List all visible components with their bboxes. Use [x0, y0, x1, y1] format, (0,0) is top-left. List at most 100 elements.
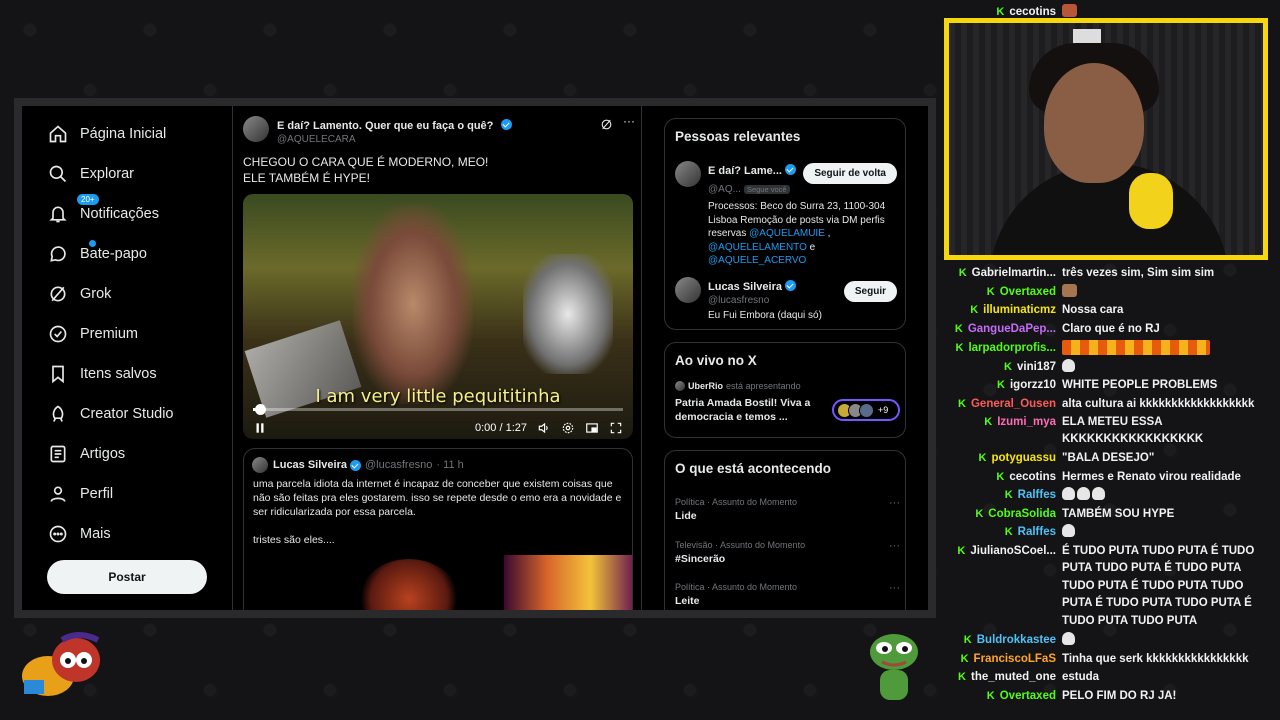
chat-username[interactable]: Ralffes — [1018, 487, 1056, 504]
trend-item[interactable]: Política · Assunto do Momento Lide ··· — [675, 497, 900, 522]
sidebar-item-grok[interactable]: Grok — [48, 278, 111, 310]
kick-badge-icon: K — [996, 6, 1005, 18]
chat-username[interactable]: larpadorprofis... — [968, 340, 1056, 357]
follow-button[interactable]: Seguir — [843, 281, 897, 302]
more-options-icon[interactable]: ··· — [889, 497, 900, 509]
pause-icon[interactable] — [253, 421, 267, 435]
kick-badge-icon: K — [1004, 361, 1012, 373]
fullscreen-icon[interactable] — [609, 421, 623, 435]
video-progress-bar[interactable] — [253, 404, 623, 415]
card-title: O que está acontecendo — [675, 461, 832, 476]
card-title: Pessoas relevantes — [675, 129, 801, 144]
avatar — [675, 381, 685, 391]
sidebar-item-label: Explorar — [80, 166, 134, 182]
chat-username[interactable]: CobraSolida — [988, 506, 1056, 523]
kick-badge-icon: K — [997, 379, 1005, 391]
chat-username[interactable]: cecotins — [1009, 4, 1056, 21]
chat-username[interactable]: General_Ousen — [971, 396, 1056, 413]
live-stream-title: Patria Amada Bostil! Viva a democracia e… — [675, 397, 811, 423]
quoted-tweet[interactable]: Lucas Silveira @lucasfresno · 11 h uma p… — [243, 448, 633, 610]
sidebar-item-bookmarks[interactable]: Itens salvos — [48, 358, 157, 390]
chat-username[interactable]: JiulianoSCoel... — [970, 543, 1056, 560]
chat-username[interactable]: Overtaxed — [1000, 284, 1056, 301]
video-frame — [353, 204, 473, 404]
live-on-x-card: Ao vivo no X UberRio está apresentando P… — [664, 342, 906, 438]
quoted-author-handle: @lucasfresno — [365, 459, 433, 471]
ghost-emote-icon — [1092, 487, 1105, 500]
chat-username[interactable]: illuminaticmz — [983, 302, 1056, 319]
sidebar-item-chat[interactable]: Bate-papo — [48, 238, 147, 270]
chat-text: TAMBÉM SOU HYPE — [1062, 508, 1175, 520]
grok-icon[interactable] — [600, 118, 613, 131]
chat-message: K Buldrokkastee — [940, 632, 1280, 649]
live-stream-item[interactable]: UberRio está apresentando Patria Amada B… — [675, 381, 900, 424]
sidebar-item-label: Grok — [80, 286, 112, 302]
video-player[interactable]: I am very little pequititinha 0:00 / 1:2… — [243, 194, 633, 439]
chat-text: alta cultura ai kkkkkkkkkkkkkkkkkk — [1062, 398, 1255, 410]
chat-username[interactable]: Gabrielmartin... — [972, 265, 1056, 282]
verified-icon — [350, 459, 361, 471]
sidebar-item-creator-studio[interactable]: Creator Studio — [48, 398, 174, 430]
chat-username[interactable]: Ralffes — [1018, 524, 1056, 541]
bio-link[interactable]: @AQUELELAMENTO — [708, 242, 807, 253]
sidebar-item-explore[interactable]: Explorar — [48, 158, 134, 190]
chat-text: Tinha que serk kkkkkkkkkkkkkkkk — [1062, 653, 1249, 665]
chat-username[interactable]: the_muted_one — [971, 669, 1056, 686]
chat-username[interactable]: Izumi_mya — [997, 414, 1056, 431]
chat-username[interactable]: cecotins — [1009, 469, 1056, 486]
trend-item[interactable]: Política · Assunto do Momento Leite ··· — [675, 582, 900, 607]
chat-username[interactable]: FranciscoLFaS — [974, 651, 1056, 668]
relevant-person[interactable]: Lucas Silveira @lucasfresno Eu Fui Embor… — [675, 277, 897, 323]
chat-message: K CobraSolida TAMBÉM SOU HYPE — [940, 506, 1280, 523]
trend-item[interactable]: Televisão · Assunto do Momento #Sincerão… — [675, 540, 900, 565]
live-listeners[interactable]: +9 — [832, 399, 900, 421]
more-options-icon[interactable]: ··· — [623, 114, 635, 128]
relevant-person[interactable]: E daí? Lame... @AQ... Segue você Processo… — [675, 161, 897, 268]
sidebar-item-label: Notificações — [80, 206, 159, 222]
bio-link[interactable]: @AQUELE_ACERVO — [708, 255, 806, 266]
ghost-emote-icon — [1062, 359, 1075, 372]
chat-message: Klarpadorprofis... — [940, 340, 1280, 358]
chat-message: K General_Ousen alta cultura ai kkkkkkkkk… — [940, 396, 1280, 413]
chat-username[interactable]: vini187 — [1017, 359, 1056, 376]
sidebar-item-label: Página Inicial — [80, 126, 167, 142]
avatar[interactable] — [243, 116, 269, 142]
chat-username[interactable]: GangueDaPep... — [968, 321, 1056, 338]
bio-link[interactable]: @AQUELAMUIE — [749, 228, 825, 239]
sidebar-item-articles[interactable]: Artigos — [48, 438, 125, 470]
chat-text: WHITE PEOPLE PROBLEMS — [1062, 379, 1218, 391]
chat-username[interactable]: igorzz10 — [1010, 377, 1056, 394]
volume-icon[interactable] — [537, 421, 551, 435]
sidebar-item-profile[interactable]: Perfil — [48, 478, 113, 510]
chat-message: K Ralffes — [940, 524, 1280, 541]
picture-in-picture-icon[interactable] — [585, 421, 599, 435]
more-options-icon[interactable]: ··· — [889, 540, 900, 552]
post-button[interactable]: Postar — [47, 560, 207, 594]
chat-username[interactable]: Buldrokkastee — [977, 632, 1056, 649]
sidebar-item-premium[interactable]: Premium — [48, 318, 138, 350]
avatar[interactable] — [675, 277, 701, 303]
chat-message: Killuminaticmz Nossa cara — [940, 302, 1280, 319]
trend-category: Política · Assunto do Momento — [675, 497, 798, 507]
trend-name: Leite — [675, 595, 700, 607]
sidebar-item-notifications[interactable]: 20+ Notificações — [48, 193, 159, 230]
sidebar-item-label: Bate-papo — [80, 246, 147, 262]
trend-category: Política · Assunto do Momento — [675, 582, 798, 592]
unread-dot — [88, 239, 97, 248]
follow-back-button[interactable]: Seguir de volta — [803, 163, 897, 184]
more-options-icon[interactable]: ··· — [889, 582, 900, 594]
tweet-author-handle[interactable]: @AQUELECARA — [277, 134, 600, 145]
fire-emote-row — [1062, 340, 1210, 355]
chat-username[interactable]: Overtaxed — [1000, 688, 1056, 705]
trends-card: O que está acontecendo Política · Assunt… — [664, 450, 906, 610]
premium-icon — [49, 325, 67, 343]
sidebar-item-more[interactable]: Mais — [48, 518, 111, 550]
bookmark-icon — [52, 365, 64, 384]
avatar[interactable] — [675, 161, 701, 187]
quoted-author-name: Lucas Silveira — [273, 459, 347, 471]
chat-username[interactable]: potyguassu — [991, 450, 1056, 467]
tweet-author-name[interactable]: E daí? Lamento. Quer que eu faça o quê? — [277, 120, 493, 132]
sidebar-item-home[interactable]: Página Inicial — [48, 118, 166, 150]
settings-gear-icon[interactable] — [561, 421, 575, 435]
kick-badge-icon: K — [1004, 526, 1013, 538]
